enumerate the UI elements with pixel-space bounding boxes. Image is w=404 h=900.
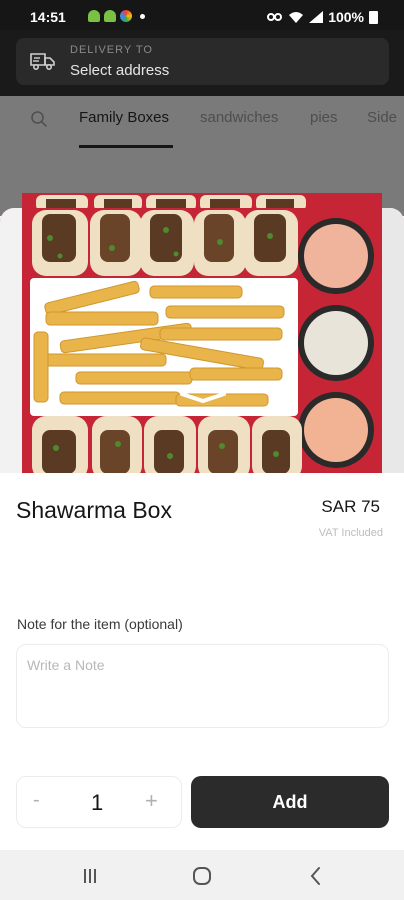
notification-icons xyxy=(88,10,145,22)
back-icon[interactable] xyxy=(305,865,327,887)
status-time: 14:51 xyxy=(30,9,66,25)
home-icon[interactable] xyxy=(191,865,213,887)
item-photo xyxy=(0,208,404,473)
active-tab-indicator xyxy=(79,145,173,148)
signal-icon xyxy=(309,11,324,23)
android-icon xyxy=(88,10,100,22)
system-nav-bar xyxy=(0,850,404,900)
category-tabs: Family Boxes sandwiches pies Side xyxy=(0,96,404,156)
battery-percent: 100% xyxy=(328,9,364,25)
search-icon[interactable] xyxy=(30,110,48,128)
android-icon xyxy=(104,10,116,22)
increase-quantity-button[interactable]: + xyxy=(145,788,158,814)
truck-icon xyxy=(30,53,55,71)
tab-side[interactable]: Side xyxy=(367,109,397,126)
battery-icon xyxy=(369,10,378,24)
vat-note: VAT Included xyxy=(318,527,383,539)
note-label: Note for the item (optional) xyxy=(17,616,183,632)
note-input[interactable] xyxy=(16,644,389,728)
quantity-value: 1 xyxy=(91,790,104,815)
item-title: Shawarma Box xyxy=(16,497,172,523)
dot-icon xyxy=(140,13,145,19)
tab-pies[interactable]: pies xyxy=(310,109,338,126)
system-indicators: 100% xyxy=(267,9,378,25)
add-to-cart-button[interactable]: Add xyxy=(191,776,389,828)
delivery-label: DELIVERY TO xyxy=(70,44,153,56)
app-header: DELIVERY TO Select address xyxy=(0,30,404,96)
delivery-address: Select address xyxy=(70,62,170,79)
recents-icon[interactable] xyxy=(79,865,101,887)
wifi-icon xyxy=(289,12,304,23)
shawarma-box-photo xyxy=(0,208,404,473)
decrease-quantity-button[interactable]: - xyxy=(33,789,40,812)
tab-sandwiches[interactable]: sandwiches xyxy=(200,109,278,126)
quantity-stepper: - 1 + xyxy=(16,776,182,828)
status-bar: 14:51 100% xyxy=(0,0,404,30)
tab-family-boxes[interactable]: Family Boxes xyxy=(79,109,169,126)
vpn-key-icon xyxy=(267,13,283,21)
sheet-drag-handle[interactable] xyxy=(178,392,228,406)
item-price: SAR 75 xyxy=(321,497,380,516)
delivery-address-selector[interactable]: DELIVERY TO Select address xyxy=(16,38,389,85)
color-app-icon xyxy=(120,10,132,22)
